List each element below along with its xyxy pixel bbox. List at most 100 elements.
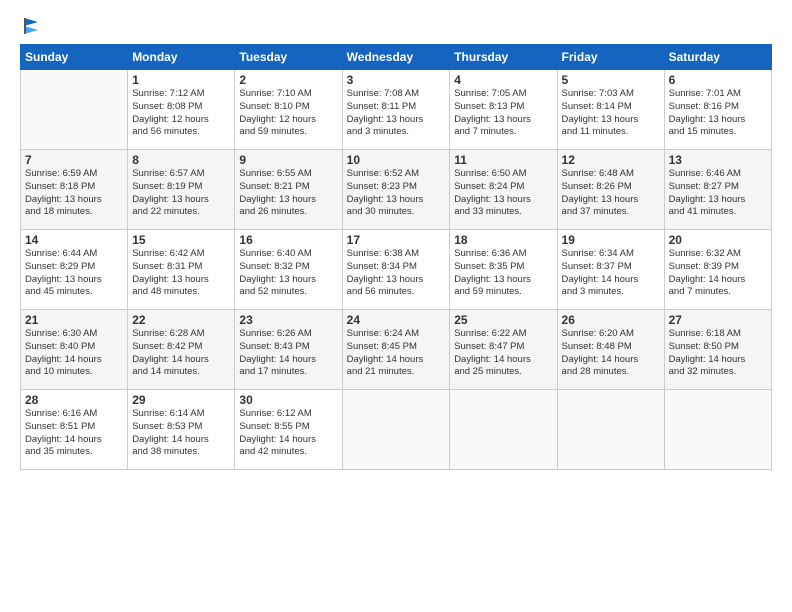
day-info: Sunrise: 6:44 AM Sunset: 8:29 PM Dayligh… [25, 248, 123, 299]
day-info: Sunrise: 6:40 AM Sunset: 8:32 PM Dayligh… [239, 248, 337, 299]
calendar-cell: 12Sunrise: 6:48 AM Sunset: 8:26 PM Dayli… [557, 150, 664, 230]
calendar-cell: 14Sunrise: 6:44 AM Sunset: 8:29 PM Dayli… [21, 230, 128, 310]
day-info: Sunrise: 6:12 AM Sunset: 8:55 PM Dayligh… [239, 408, 337, 459]
calendar-week-row: 14Sunrise: 6:44 AM Sunset: 8:29 PM Dayli… [21, 230, 772, 310]
day-info: Sunrise: 6:28 AM Sunset: 8:42 PM Dayligh… [132, 328, 230, 379]
header [20, 16, 772, 34]
calendar-cell: 24Sunrise: 6:24 AM Sunset: 8:45 PM Dayli… [342, 310, 450, 390]
day-info: Sunrise: 6:24 AM Sunset: 8:45 PM Dayligh… [347, 328, 446, 379]
weekday-header-saturday: Saturday [664, 45, 771, 70]
day-info: Sunrise: 7:12 AM Sunset: 8:08 PM Dayligh… [132, 88, 230, 139]
calendar-cell: 6Sunrise: 7:01 AM Sunset: 8:16 PM Daylig… [664, 70, 771, 150]
day-number: 1 [132, 73, 230, 87]
calendar-cell: 15Sunrise: 6:42 AM Sunset: 8:31 PM Dayli… [128, 230, 235, 310]
calendar-cell: 20Sunrise: 6:32 AM Sunset: 8:39 PM Dayli… [664, 230, 771, 310]
day-info: Sunrise: 6:42 AM Sunset: 8:31 PM Dayligh… [132, 248, 230, 299]
day-info: Sunrise: 6:34 AM Sunset: 8:37 PM Dayligh… [562, 248, 660, 299]
calendar-cell: 9Sunrise: 6:55 AM Sunset: 8:21 PM Daylig… [235, 150, 342, 230]
day-number: 2 [239, 73, 337, 87]
weekday-header-monday: Monday [128, 45, 235, 70]
calendar-cell: 25Sunrise: 6:22 AM Sunset: 8:47 PM Dayli… [450, 310, 557, 390]
day-info: Sunrise: 7:03 AM Sunset: 8:14 PM Dayligh… [562, 88, 660, 139]
day-number: 23 [239, 313, 337, 327]
calendar-cell: 2Sunrise: 7:10 AM Sunset: 8:10 PM Daylig… [235, 70, 342, 150]
day-info: Sunrise: 6:52 AM Sunset: 8:23 PM Dayligh… [347, 168, 446, 219]
day-number: 26 [562, 313, 660, 327]
calendar-cell: 8Sunrise: 6:57 AM Sunset: 8:19 PM Daylig… [128, 150, 235, 230]
day-number: 8 [132, 153, 230, 167]
day-number: 20 [669, 233, 767, 247]
calendar-cell: 17Sunrise: 6:38 AM Sunset: 8:34 PM Dayli… [342, 230, 450, 310]
weekday-header-friday: Friday [557, 45, 664, 70]
weekday-header-tuesday: Tuesday [235, 45, 342, 70]
weekday-header-wednesday: Wednesday [342, 45, 450, 70]
day-info: Sunrise: 6:48 AM Sunset: 8:26 PM Dayligh… [562, 168, 660, 219]
calendar-cell: 3Sunrise: 7:08 AM Sunset: 8:11 PM Daylig… [342, 70, 450, 150]
day-number: 17 [347, 233, 446, 247]
weekday-header-thursday: Thursday [450, 45, 557, 70]
day-number: 18 [454, 233, 552, 247]
day-info: Sunrise: 6:38 AM Sunset: 8:34 PM Dayligh… [347, 248, 446, 299]
day-number: 27 [669, 313, 767, 327]
calendar-cell: 22Sunrise: 6:28 AM Sunset: 8:42 PM Dayli… [128, 310, 235, 390]
day-info: Sunrise: 6:55 AM Sunset: 8:21 PM Dayligh… [239, 168, 337, 219]
logo-flag-icon [22, 16, 40, 34]
day-number: 24 [347, 313, 446, 327]
calendar-cell: 18Sunrise: 6:36 AM Sunset: 8:35 PM Dayli… [450, 230, 557, 310]
day-number: 29 [132, 393, 230, 407]
page: SundayMondayTuesdayWednesdayThursdayFrid… [0, 0, 792, 612]
calendar-cell: 10Sunrise: 6:52 AM Sunset: 8:23 PM Dayli… [342, 150, 450, 230]
day-number: 10 [347, 153, 446, 167]
calendar-cell [450, 390, 557, 470]
calendar-week-row: 1Sunrise: 7:12 AM Sunset: 8:08 PM Daylig… [21, 70, 772, 150]
day-info: Sunrise: 6:22 AM Sunset: 8:47 PM Dayligh… [454, 328, 552, 379]
day-info: Sunrise: 7:08 AM Sunset: 8:11 PM Dayligh… [347, 88, 446, 139]
day-info: Sunrise: 6:20 AM Sunset: 8:48 PM Dayligh… [562, 328, 660, 379]
day-number: 25 [454, 313, 552, 327]
day-number: 19 [562, 233, 660, 247]
calendar-cell: 16Sunrise: 6:40 AM Sunset: 8:32 PM Dayli… [235, 230, 342, 310]
weekday-header-sunday: Sunday [21, 45, 128, 70]
day-number: 16 [239, 233, 337, 247]
calendar-table: SundayMondayTuesdayWednesdayThursdayFrid… [20, 44, 772, 470]
day-info: Sunrise: 6:30 AM Sunset: 8:40 PM Dayligh… [25, 328, 123, 379]
day-info: Sunrise: 6:18 AM Sunset: 8:50 PM Dayligh… [669, 328, 767, 379]
calendar-cell: 1Sunrise: 7:12 AM Sunset: 8:08 PM Daylig… [128, 70, 235, 150]
day-number: 28 [25, 393, 123, 407]
weekday-header-row: SundayMondayTuesdayWednesdayThursdayFrid… [21, 45, 772, 70]
day-info: Sunrise: 7:05 AM Sunset: 8:13 PM Dayligh… [454, 88, 552, 139]
calendar-cell: 5Sunrise: 7:03 AM Sunset: 8:14 PM Daylig… [557, 70, 664, 150]
calendar-week-row: 28Sunrise: 6:16 AM Sunset: 8:51 PM Dayli… [21, 390, 772, 470]
day-info: Sunrise: 6:26 AM Sunset: 8:43 PM Dayligh… [239, 328, 337, 379]
day-number: 15 [132, 233, 230, 247]
logo [20, 16, 40, 34]
calendar-cell: 27Sunrise: 6:18 AM Sunset: 8:50 PM Dayli… [664, 310, 771, 390]
calendar-cell: 21Sunrise: 6:30 AM Sunset: 8:40 PM Dayli… [21, 310, 128, 390]
calendar-cell: 29Sunrise: 6:14 AM Sunset: 8:53 PM Dayli… [128, 390, 235, 470]
day-info: Sunrise: 7:10 AM Sunset: 8:10 PM Dayligh… [239, 88, 337, 139]
calendar-cell [557, 390, 664, 470]
day-number: 5 [562, 73, 660, 87]
day-info: Sunrise: 6:14 AM Sunset: 8:53 PM Dayligh… [132, 408, 230, 459]
day-number: 11 [454, 153, 552, 167]
day-number: 9 [239, 153, 337, 167]
day-number: 30 [239, 393, 337, 407]
calendar-week-row: 21Sunrise: 6:30 AM Sunset: 8:40 PM Dayli… [21, 310, 772, 390]
day-number: 6 [669, 73, 767, 87]
day-info: Sunrise: 6:59 AM Sunset: 8:18 PM Dayligh… [25, 168, 123, 219]
day-info: Sunrise: 6:32 AM Sunset: 8:39 PM Dayligh… [669, 248, 767, 299]
day-number: 12 [562, 153, 660, 167]
calendar-cell: 30Sunrise: 6:12 AM Sunset: 8:55 PM Dayli… [235, 390, 342, 470]
day-info: Sunrise: 7:01 AM Sunset: 8:16 PM Dayligh… [669, 88, 767, 139]
calendar-cell: 4Sunrise: 7:05 AM Sunset: 8:13 PM Daylig… [450, 70, 557, 150]
calendar-cell [21, 70, 128, 150]
day-number: 22 [132, 313, 230, 327]
day-number: 3 [347, 73, 446, 87]
day-number: 14 [25, 233, 123, 247]
day-number: 4 [454, 73, 552, 87]
calendar-cell: 26Sunrise: 6:20 AM Sunset: 8:48 PM Dayli… [557, 310, 664, 390]
calendar-cell: 28Sunrise: 6:16 AM Sunset: 8:51 PM Dayli… [21, 390, 128, 470]
day-info: Sunrise: 6:57 AM Sunset: 8:19 PM Dayligh… [132, 168, 230, 219]
day-number: 21 [25, 313, 123, 327]
calendar-cell: 11Sunrise: 6:50 AM Sunset: 8:24 PM Dayli… [450, 150, 557, 230]
